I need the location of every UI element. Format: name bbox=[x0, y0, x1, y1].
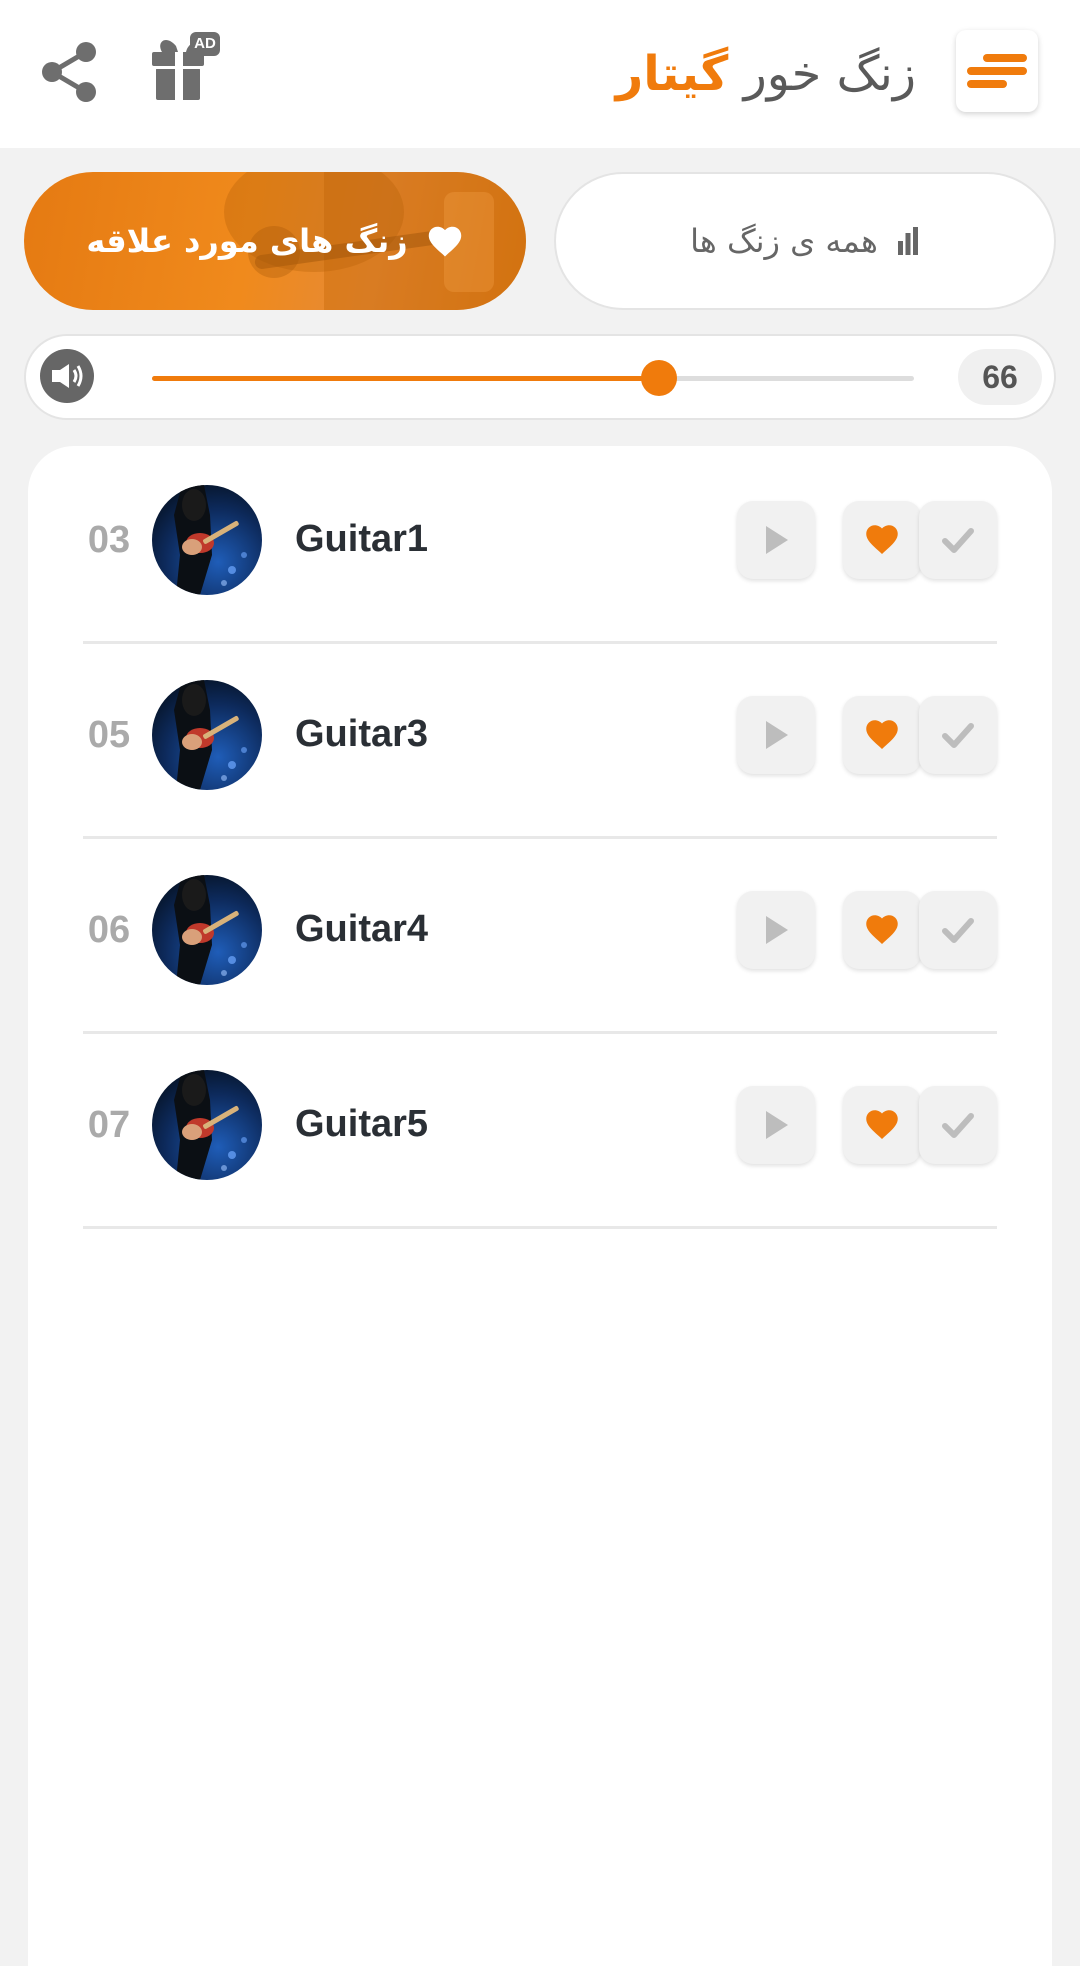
set-ringtone-button[interactable] bbox=[919, 1086, 997, 1164]
heart-icon bbox=[866, 1110, 898, 1139]
check-icon bbox=[942, 723, 974, 748]
set-ringtone-button[interactable] bbox=[919, 696, 997, 774]
volume-mute-button[interactable] bbox=[40, 349, 94, 403]
ringtone-title: Guitar4 bbox=[295, 908, 429, 950]
guitarist-image bbox=[152, 485, 262, 595]
app-header: زنگ خور گیتار AD bbox=[0, 0, 1080, 148]
tab-all-label: همه ی زنگ ها bbox=[690, 222, 878, 260]
check-icon bbox=[942, 528, 974, 553]
heart-icon bbox=[866, 720, 898, 749]
ringtone-avatar bbox=[152, 485, 262, 595]
play-button[interactable] bbox=[737, 1086, 815, 1164]
guitarist-image bbox=[152, 680, 262, 790]
favorite-button[interactable] bbox=[843, 696, 921, 774]
ringtone-title: Guitar3 bbox=[295, 713, 429, 755]
play-icon bbox=[766, 526, 788, 554]
favorite-button[interactable] bbox=[843, 1086, 921, 1164]
tab-all-ringtones[interactable]: همه ی زنگ ها bbox=[554, 172, 1056, 310]
play-button[interactable] bbox=[737, 696, 815, 774]
check-icon bbox=[942, 918, 974, 943]
favorite-button[interactable] bbox=[843, 501, 921, 579]
play-button[interactable] bbox=[737, 891, 815, 969]
volume-value: 66 bbox=[958, 349, 1042, 405]
tab-favorite-label: زنگ های مورد علاقه bbox=[86, 222, 408, 260]
volume-control: 66 bbox=[24, 334, 1056, 420]
ringtone-list: 03 Guitar1 05 Guitar3 06 Guitar4 07 Guit… bbox=[28, 446, 1052, 1966]
menu-bars-icon bbox=[967, 54, 1027, 88]
ringtone-row[interactable]: 06 Guitar4 bbox=[83, 836, 997, 1034]
favorite-button[interactable] bbox=[843, 891, 921, 969]
play-icon bbox=[766, 916, 788, 944]
ringtone-number: 03 bbox=[87, 519, 131, 561]
volume-slider-thumb[interactable] bbox=[640, 360, 677, 396]
ringtone-row[interactable]: 03 Guitar1 bbox=[83, 446, 997, 644]
ringtone-row[interactable]: 07 Guitar5 bbox=[83, 1031, 997, 1229]
ringtone-avatar bbox=[152, 875, 262, 985]
app-title-highlight: گیتار bbox=[615, 46, 729, 102]
ringtone-title: Guitar5 bbox=[295, 1103, 429, 1145]
share-button[interactable] bbox=[38, 40, 102, 104]
ringtone-row[interactable]: 05 Guitar3 bbox=[83, 641, 997, 839]
speaker-icon bbox=[52, 364, 83, 388]
check-icon bbox=[942, 1113, 974, 1138]
app-title-prefix: زنگ خور bbox=[743, 46, 916, 102]
gift-ad-button[interactable]: AD bbox=[148, 30, 228, 106]
volume-slider[interactable] bbox=[152, 360, 914, 396]
heart-icon bbox=[866, 915, 898, 944]
set-ringtone-button[interactable] bbox=[919, 891, 997, 969]
guitarist-image bbox=[152, 1070, 262, 1180]
bar-chart-icon bbox=[897, 227, 918, 255]
ringtone-number: 07 bbox=[87, 1104, 131, 1146]
play-icon bbox=[766, 721, 788, 749]
volume-slider-fill bbox=[152, 376, 659, 381]
heart-icon bbox=[866, 525, 898, 554]
tab-favorite-ringtones[interactable]: زنگ های مورد علاقه bbox=[24, 172, 526, 310]
app-title: زنگ خور گیتار bbox=[616, 44, 916, 104]
play-button[interactable] bbox=[737, 501, 815, 579]
tab-favorite-content: زنگ های مورد علاقه bbox=[24, 172, 526, 310]
menu-button[interactable] bbox=[956, 30, 1038, 112]
share-icon bbox=[42, 42, 96, 102]
set-ringtone-button[interactable] bbox=[919, 501, 997, 579]
ringtone-title: Guitar1 bbox=[295, 518, 429, 560]
ringtone-avatar bbox=[152, 680, 262, 790]
heart-icon bbox=[428, 226, 461, 257]
ringtone-avatar bbox=[152, 1070, 262, 1180]
ad-badge: AD bbox=[190, 32, 220, 56]
guitarist-image bbox=[152, 875, 262, 985]
ringtone-number: 05 bbox=[87, 714, 131, 756]
ringtone-number: 06 bbox=[87, 909, 131, 951]
tab-all-content: همه ی زنگ ها bbox=[556, 174, 1054, 308]
play-icon bbox=[766, 1111, 788, 1139]
